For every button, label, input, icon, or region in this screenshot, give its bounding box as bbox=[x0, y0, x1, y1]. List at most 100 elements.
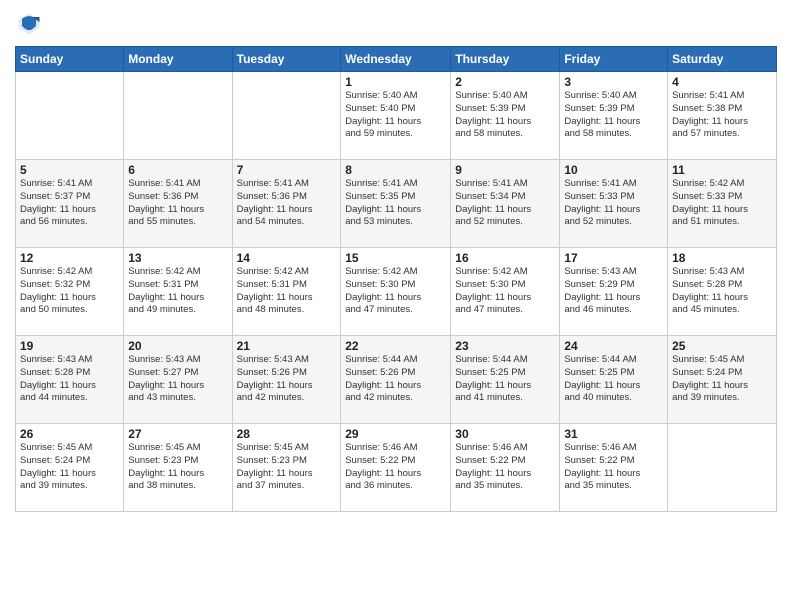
page: SundayMondayTuesdayWednesdayThursdayFrid… bbox=[0, 0, 792, 612]
day-info: Sunrise: 5:45 AM Sunset: 5:23 PM Dayligh… bbox=[128, 442, 227, 493]
calendar-header-thursday: Thursday bbox=[451, 47, 560, 72]
day-info: Sunrise: 5:44 AM Sunset: 5:26 PM Dayligh… bbox=[345, 354, 446, 405]
day-info: Sunrise: 5:43 AM Sunset: 5:28 PM Dayligh… bbox=[672, 266, 772, 317]
calendar-week-2: 5Sunrise: 5:41 AM Sunset: 5:37 PM Daylig… bbox=[16, 160, 777, 248]
day-number: 15 bbox=[345, 251, 446, 265]
calendar-header-row: SundayMondayTuesdayWednesdayThursdayFrid… bbox=[16, 47, 777, 72]
logo bbox=[15, 10, 47, 38]
calendar-cell: 26Sunrise: 5:45 AM Sunset: 5:24 PM Dayli… bbox=[16, 424, 124, 512]
day-info: Sunrise: 5:42 AM Sunset: 5:30 PM Dayligh… bbox=[345, 266, 446, 317]
calendar-cell: 18Sunrise: 5:43 AM Sunset: 5:28 PM Dayli… bbox=[668, 248, 777, 336]
calendar-header-friday: Friday bbox=[560, 47, 668, 72]
day-number: 22 bbox=[345, 339, 446, 353]
calendar-cell: 24Sunrise: 5:44 AM Sunset: 5:25 PM Dayli… bbox=[560, 336, 668, 424]
day-number: 1 bbox=[345, 75, 446, 89]
calendar-cell: 31Sunrise: 5:46 AM Sunset: 5:22 PM Dayli… bbox=[560, 424, 668, 512]
calendar-cell: 10Sunrise: 5:41 AM Sunset: 5:33 PM Dayli… bbox=[560, 160, 668, 248]
day-info: Sunrise: 5:42 AM Sunset: 5:32 PM Dayligh… bbox=[20, 266, 119, 317]
calendar-cell: 12Sunrise: 5:42 AM Sunset: 5:32 PM Dayli… bbox=[16, 248, 124, 336]
day-info: Sunrise: 5:45 AM Sunset: 5:23 PM Dayligh… bbox=[237, 442, 337, 493]
calendar-cell: 8Sunrise: 5:41 AM Sunset: 5:35 PM Daylig… bbox=[341, 160, 451, 248]
calendar-cell: 7Sunrise: 5:41 AM Sunset: 5:36 PM Daylig… bbox=[232, 160, 341, 248]
calendar-cell: 29Sunrise: 5:46 AM Sunset: 5:22 PM Dayli… bbox=[341, 424, 451, 512]
calendar-cell: 23Sunrise: 5:44 AM Sunset: 5:25 PM Dayli… bbox=[451, 336, 560, 424]
day-number: 28 bbox=[237, 427, 337, 441]
day-info: Sunrise: 5:41 AM Sunset: 5:33 PM Dayligh… bbox=[564, 178, 663, 229]
day-info: Sunrise: 5:46 AM Sunset: 5:22 PM Dayligh… bbox=[455, 442, 555, 493]
calendar-cell: 25Sunrise: 5:45 AM Sunset: 5:24 PM Dayli… bbox=[668, 336, 777, 424]
logo-icon bbox=[15, 10, 43, 38]
calendar-cell: 19Sunrise: 5:43 AM Sunset: 5:28 PM Dayli… bbox=[16, 336, 124, 424]
day-number: 5 bbox=[20, 163, 119, 177]
calendar-week-1: 1Sunrise: 5:40 AM Sunset: 5:40 PM Daylig… bbox=[16, 72, 777, 160]
day-number: 14 bbox=[237, 251, 337, 265]
day-info: Sunrise: 5:44 AM Sunset: 5:25 PM Dayligh… bbox=[564, 354, 663, 405]
day-info: Sunrise: 5:43 AM Sunset: 5:26 PM Dayligh… bbox=[237, 354, 337, 405]
calendar-cell bbox=[124, 72, 232, 160]
day-number: 6 bbox=[128, 163, 227, 177]
calendar-cell: 13Sunrise: 5:42 AM Sunset: 5:31 PM Dayli… bbox=[124, 248, 232, 336]
day-info: Sunrise: 5:42 AM Sunset: 5:31 PM Dayligh… bbox=[237, 266, 337, 317]
calendar-cell: 30Sunrise: 5:46 AM Sunset: 5:22 PM Dayli… bbox=[451, 424, 560, 512]
day-info: Sunrise: 5:45 AM Sunset: 5:24 PM Dayligh… bbox=[672, 354, 772, 405]
calendar-cell: 11Sunrise: 5:42 AM Sunset: 5:33 PM Dayli… bbox=[668, 160, 777, 248]
header bbox=[15, 10, 777, 38]
day-info: Sunrise: 5:41 AM Sunset: 5:36 PM Dayligh… bbox=[128, 178, 227, 229]
calendar-cell: 20Sunrise: 5:43 AM Sunset: 5:27 PM Dayli… bbox=[124, 336, 232, 424]
day-info: Sunrise: 5:43 AM Sunset: 5:28 PM Dayligh… bbox=[20, 354, 119, 405]
day-number: 26 bbox=[20, 427, 119, 441]
day-number: 11 bbox=[672, 163, 772, 177]
day-info: Sunrise: 5:41 AM Sunset: 5:34 PM Dayligh… bbox=[455, 178, 555, 229]
day-info: Sunrise: 5:46 AM Sunset: 5:22 PM Dayligh… bbox=[345, 442, 446, 493]
day-number: 2 bbox=[455, 75, 555, 89]
calendar-cell: 6Sunrise: 5:41 AM Sunset: 5:36 PM Daylig… bbox=[124, 160, 232, 248]
calendar-cell: 4Sunrise: 5:41 AM Sunset: 5:38 PM Daylig… bbox=[668, 72, 777, 160]
day-number: 19 bbox=[20, 339, 119, 353]
calendar-header-saturday: Saturday bbox=[668, 47, 777, 72]
calendar-cell: 1Sunrise: 5:40 AM Sunset: 5:40 PM Daylig… bbox=[341, 72, 451, 160]
day-info: Sunrise: 5:46 AM Sunset: 5:22 PM Dayligh… bbox=[564, 442, 663, 493]
calendar-week-3: 12Sunrise: 5:42 AM Sunset: 5:32 PM Dayli… bbox=[16, 248, 777, 336]
calendar: SundayMondayTuesdayWednesdayThursdayFrid… bbox=[15, 46, 777, 512]
calendar-header-wednesday: Wednesday bbox=[341, 47, 451, 72]
calendar-cell: 17Sunrise: 5:43 AM Sunset: 5:29 PM Dayli… bbox=[560, 248, 668, 336]
calendar-week-4: 19Sunrise: 5:43 AM Sunset: 5:28 PM Dayli… bbox=[16, 336, 777, 424]
day-info: Sunrise: 5:45 AM Sunset: 5:24 PM Dayligh… bbox=[20, 442, 119, 493]
calendar-cell bbox=[668, 424, 777, 512]
day-number: 31 bbox=[564, 427, 663, 441]
day-number: 16 bbox=[455, 251, 555, 265]
day-number: 3 bbox=[564, 75, 663, 89]
calendar-cell: 28Sunrise: 5:45 AM Sunset: 5:23 PM Dayli… bbox=[232, 424, 341, 512]
calendar-week-5: 26Sunrise: 5:45 AM Sunset: 5:24 PM Dayli… bbox=[16, 424, 777, 512]
day-number: 18 bbox=[672, 251, 772, 265]
day-info: Sunrise: 5:41 AM Sunset: 5:36 PM Dayligh… bbox=[237, 178, 337, 229]
calendar-cell: 16Sunrise: 5:42 AM Sunset: 5:30 PM Dayli… bbox=[451, 248, 560, 336]
day-info: Sunrise: 5:43 AM Sunset: 5:27 PM Dayligh… bbox=[128, 354, 227, 405]
day-info: Sunrise: 5:42 AM Sunset: 5:33 PM Dayligh… bbox=[672, 178, 772, 229]
day-info: Sunrise: 5:41 AM Sunset: 5:37 PM Dayligh… bbox=[20, 178, 119, 229]
day-info: Sunrise: 5:42 AM Sunset: 5:31 PM Dayligh… bbox=[128, 266, 227, 317]
day-info: Sunrise: 5:40 AM Sunset: 5:39 PM Dayligh… bbox=[455, 90, 555, 141]
day-info: Sunrise: 5:41 AM Sunset: 5:38 PM Dayligh… bbox=[672, 90, 772, 141]
day-number: 24 bbox=[564, 339, 663, 353]
calendar-cell bbox=[232, 72, 341, 160]
day-info: Sunrise: 5:43 AM Sunset: 5:29 PM Dayligh… bbox=[564, 266, 663, 317]
day-number: 12 bbox=[20, 251, 119, 265]
calendar-header-tuesday: Tuesday bbox=[232, 47, 341, 72]
day-info: Sunrise: 5:40 AM Sunset: 5:39 PM Dayligh… bbox=[564, 90, 663, 141]
day-number: 25 bbox=[672, 339, 772, 353]
day-number: 21 bbox=[237, 339, 337, 353]
day-number: 9 bbox=[455, 163, 555, 177]
day-number: 13 bbox=[128, 251, 227, 265]
calendar-cell: 21Sunrise: 5:43 AM Sunset: 5:26 PM Dayli… bbox=[232, 336, 341, 424]
calendar-cell: 14Sunrise: 5:42 AM Sunset: 5:31 PM Dayli… bbox=[232, 248, 341, 336]
calendar-cell bbox=[16, 72, 124, 160]
calendar-header-sunday: Sunday bbox=[16, 47, 124, 72]
calendar-cell: 22Sunrise: 5:44 AM Sunset: 5:26 PM Dayli… bbox=[341, 336, 451, 424]
day-number: 20 bbox=[128, 339, 227, 353]
day-number: 8 bbox=[345, 163, 446, 177]
day-number: 7 bbox=[237, 163, 337, 177]
calendar-cell: 5Sunrise: 5:41 AM Sunset: 5:37 PM Daylig… bbox=[16, 160, 124, 248]
day-info: Sunrise: 5:41 AM Sunset: 5:35 PM Dayligh… bbox=[345, 178, 446, 229]
calendar-cell: 15Sunrise: 5:42 AM Sunset: 5:30 PM Dayli… bbox=[341, 248, 451, 336]
